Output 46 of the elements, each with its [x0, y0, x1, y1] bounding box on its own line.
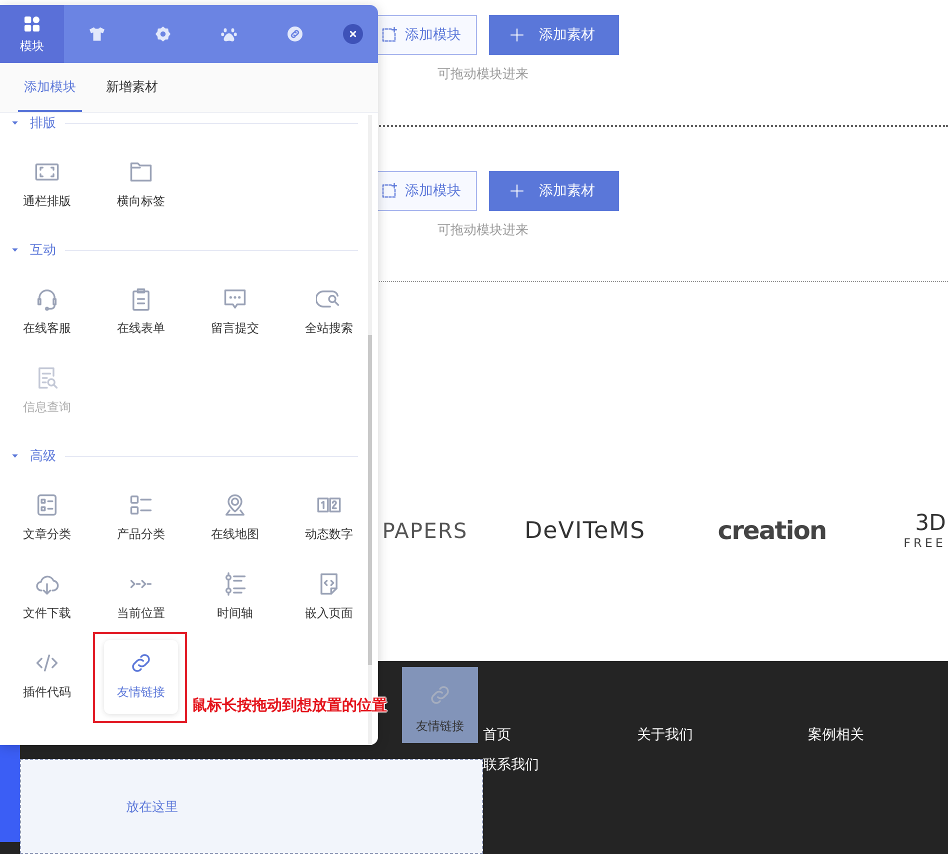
nav-link[interactable]: 关于我们: [637, 726, 693, 744]
module-item[interactable]: 动态数字: [292, 482, 366, 556]
close-button[interactable]: [343, 24, 363, 44]
module-item[interactable]: 留言提交: [198, 276, 272, 350]
gear-icon: [154, 25, 172, 43]
module-item[interactable]: 嵌入页面: [292, 561, 366, 635]
module-item[interactable]: 通栏排版: [10, 149, 84, 223]
module-item[interactable]: 在线客服: [10, 276, 84, 350]
plus-icon: [509, 27, 525, 43]
group-title[interactable]: 排版: [30, 114, 56, 132]
module-item[interactable]: 时间轴: [198, 561, 272, 635]
module-item[interactable]: 在线表单: [104, 276, 178, 350]
brand-logo: 3D: [915, 512, 946, 536]
module-item[interactable]: 当前位置: [104, 561, 178, 635]
grid-icon: [22, 14, 42, 34]
nav-link[interactable]: 案例相关: [808, 726, 864, 744]
brand-logo: creation: [716, 516, 828, 545]
drop-zone-text: 放在这里: [126, 798, 178, 816]
brand-logo: DeVITeMS: [523, 518, 647, 544]
module-item[interactable]: 文件下载: [10, 561, 84, 635]
group-title[interactable]: 高级: [30, 447, 56, 465]
group-title[interactable]: 互动: [30, 241, 56, 259]
add-material-button[interactable]: 添加素材: [489, 171, 619, 211]
hint-text: 可拖动模块进来: [436, 66, 530, 83]
tab[interactable]: 新增素材: [100, 63, 164, 112]
module-item[interactable]: 产品分类: [104, 482, 178, 556]
module-item[interactable]: 横向标签: [104, 149, 178, 223]
module-item[interactable]: 插件代码: [10, 640, 84, 714]
link-icon: [286, 25, 304, 43]
drag-preview-label: 友情链接: [416, 718, 464, 735]
nav-link[interactable]: 联系我们: [483, 756, 539, 774]
shirt-icon: [88, 25, 106, 43]
nav-link[interactable]: 首页: [483, 726, 511, 744]
module-item[interactable]: 友情链接: [104, 640, 178, 714]
module-item[interactable]: 在线地图: [198, 482, 272, 556]
hint-text: 可拖动模块进来: [436, 222, 530, 239]
brand-logo: PAPERS: [381, 518, 469, 542]
panel-tab[interactable]: 模块: [0, 5, 64, 63]
logo-tagline: FREE: [904, 536, 946, 550]
module-item[interactable]: 全站搜索: [292, 276, 366, 350]
plus-icon: [509, 183, 525, 199]
add-material-button[interactable]: 添加素材: [489, 15, 619, 55]
module-item[interactable]: 文章分类: [10, 482, 84, 556]
tab[interactable]: 添加模块: [18, 63, 82, 112]
add-icon: [380, 182, 398, 200]
add-icon: [380, 26, 398, 44]
